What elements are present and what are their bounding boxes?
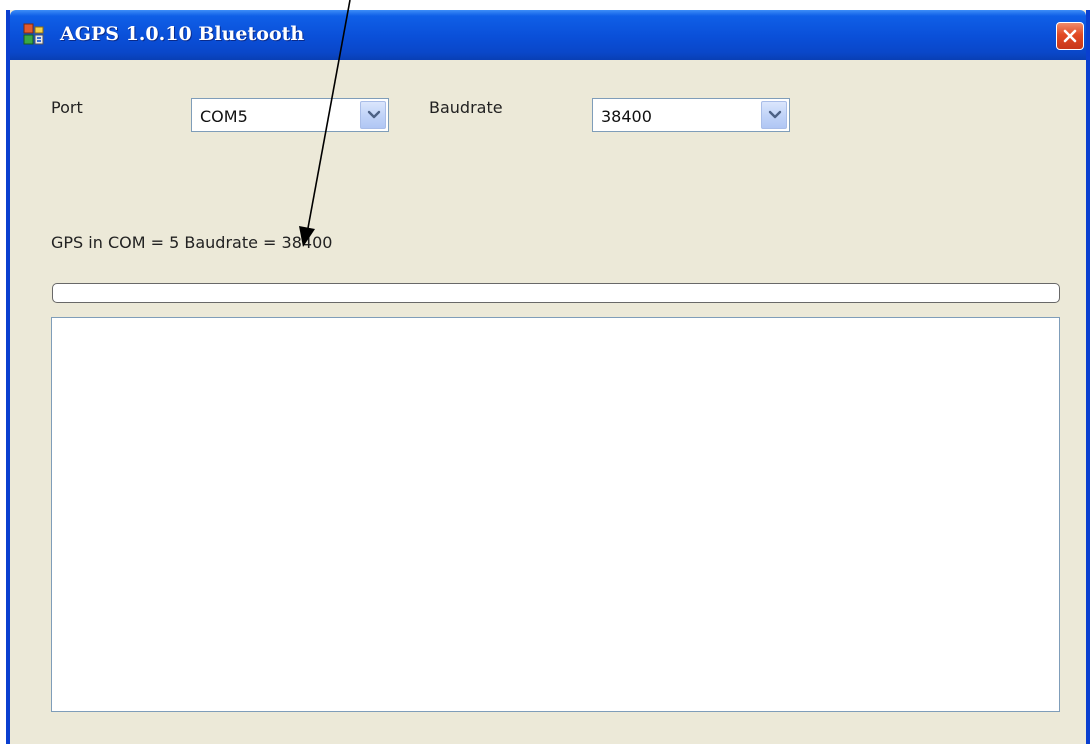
close-icon — [1063, 29, 1077, 43]
progress-bar — [52, 283, 1060, 303]
close-button[interactable] — [1056, 22, 1084, 50]
baudrate-select-value: 38400 — [601, 107, 652, 126]
chevron-down-icon — [768, 110, 782, 119]
port-label: Port — [51, 98, 83, 117]
app-icon — [22, 22, 46, 46]
port-select-value: COM5 — [200, 107, 248, 126]
screenshot-page: AGPS 1.0.10 Bluetooth Port COM5 Baudrate… — [0, 0, 1090, 744]
chevron-down-icon — [367, 110, 381, 119]
window-title: AGPS 1.0.10 Bluetooth — [60, 23, 305, 45]
baudrate-select[interactable]: 38400 — [592, 98, 790, 132]
title-bar[interactable]: AGPS 1.0.10 Bluetooth — [10, 10, 1086, 60]
port-select[interactable]: COM5 — [191, 98, 389, 132]
baudrate-dropdown-button[interactable] — [761, 101, 787, 129]
port-dropdown-button[interactable] — [360, 101, 386, 129]
baudrate-label: Baudrate — [429, 98, 503, 117]
log-output[interactable] — [51, 317, 1060, 712]
status-text: GPS in COM = 5 Baudrate = 38400 — [51, 233, 333, 252]
